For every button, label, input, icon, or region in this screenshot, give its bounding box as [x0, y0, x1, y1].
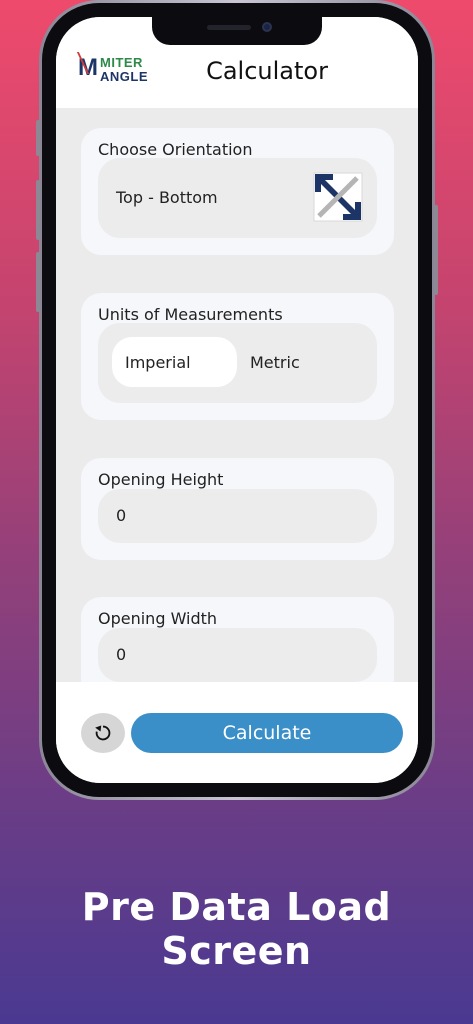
opening-height-label: Opening Height [98, 470, 224, 489]
speaker [207, 25, 251, 30]
calculate-button[interactable]: Calculate [131, 713, 403, 753]
reset-icon [95, 725, 111, 741]
opening-height-value: 0 [116, 506, 127, 525]
mute-switch [36, 120, 40, 156]
front-camera [262, 22, 272, 32]
page-title: Calculator [206, 57, 328, 85]
opening-height-input[interactable]: 0 [98, 489, 377, 543]
orientation-label: Choose Orientation [98, 140, 253, 159]
orientation-selector[interactable]: Top - Bottom [98, 158, 377, 238]
units-option-imperial-label: Imperial [125, 353, 191, 372]
units-option-metric[interactable]: Metric [250, 353, 300, 372]
notch [152, 17, 322, 45]
app-screen: M MITER ANGLE Calculator Choose Orientat… [56, 17, 418, 783]
units-label: Units of Measurements [98, 305, 283, 324]
volume-up-button [36, 180, 40, 240]
opening-height-card: Opening Height 0 [81, 458, 394, 560]
bottom-action-bar: Calculate [56, 682, 418, 783]
units-segmented-control: Imperial Metric [98, 323, 377, 403]
units-card: Units of Measurements Imperial Metric [81, 293, 394, 420]
reset-button[interactable] [81, 713, 125, 753]
opening-width-label: Opening Width [98, 609, 218, 628]
power-button [434, 205, 438, 295]
opening-width-value: 0 [116, 645, 127, 664]
volume-down-button [36, 252, 40, 312]
orientation-value: Top - Bottom [116, 188, 218, 207]
opening-width-input[interactable]: 0 [98, 628, 377, 682]
orientation-arrows-icon[interactable] [313, 172, 363, 222]
phone-frame: M MITER ANGLE Calculator Choose Orientat… [36, 0, 438, 800]
orientation-card: Choose Orientation Top - Bottom [81, 128, 394, 255]
promo-caption: Pre Data Load Screen [81, 885, 392, 973]
